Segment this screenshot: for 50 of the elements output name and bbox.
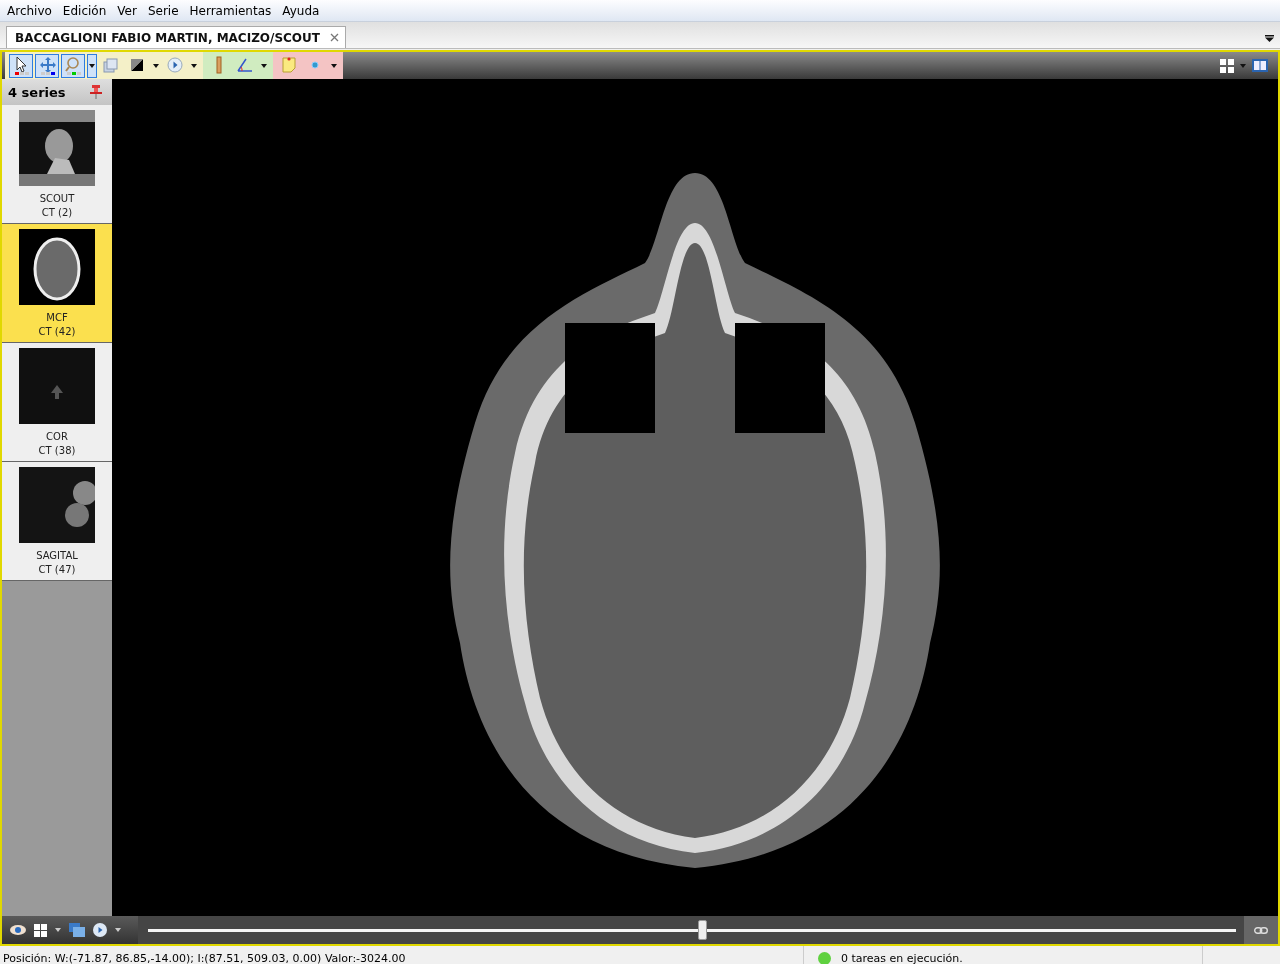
menu-item[interactable]: Herramientas <box>185 3 276 18</box>
series-item[interactable]: SCOUT CT (2) <box>2 105 112 224</box>
angle-icon <box>236 56 254 75</box>
sticky-note-icon <box>280 56 298 75</box>
menu-item[interactable]: Ver <box>113 3 141 18</box>
magnifier-icon <box>64 56 82 75</box>
caret-icon[interactable] <box>55 928 61 932</box>
series-name: MCF <box>46 312 68 323</box>
caret-icon <box>261 63 267 68</box>
series-count: CT (2) <box>41 207 73 218</box>
caret-icon <box>89 63 95 68</box>
series-count: CT (42) <box>38 326 76 337</box>
series-name: COR <box>46 431 68 442</box>
dropdown-button[interactable] <box>87 53 97 78</box>
series-item[interactable]: COR CT (38) <box>2 343 112 462</box>
tool-button[interactable] <box>9 53 33 78</box>
play-icon <box>166 56 184 75</box>
caret-icon <box>191 63 197 68</box>
stacked-squares-icon <box>102 56 120 75</box>
caret-icon <box>153 63 159 68</box>
pin-icon[interactable] <box>90 85 102 99</box>
series-count: 4 series <box>8 84 66 100</box>
windows-icon[interactable] <box>69 923 85 937</box>
caret-icon <box>331 63 337 68</box>
menu-item[interactable]: Ayuda <box>278 3 324 18</box>
move-arrows-icon <box>38 56 56 75</box>
dropdown-icon[interactable] <box>1265 35 1274 42</box>
eye-icon[interactable] <box>10 925 26 935</box>
link-icon[interactable] <box>1254 926 1268 934</box>
series-item[interactable]: SAGITAL CT (47) <box>2 462 112 581</box>
arrow-cursor-icon <box>12 56 30 75</box>
menu-item[interactable]: Edición <box>58 3 111 18</box>
play-icon[interactable] <box>93 923 107 937</box>
caret-icon[interactable] <box>115 928 121 932</box>
patient-tab[interactable]: BACCAGLIONI FABIO MARTIN, MACIZO/SCOUT <box>6 26 346 48</box>
close-icon[interactable] <box>330 33 339 42</box>
menu-item[interactable]: Serie <box>143 3 183 18</box>
status-text: 0 tareas en ejecución. <box>841 951 963 964</box>
grid-layout-icon[interactable] <box>1220 58 1234 73</box>
series-item[interactable]: MCF CT (42) <box>2 224 112 343</box>
series-name: SAGITAL <box>36 550 78 561</box>
grid-layout-icon[interactable] <box>34 923 47 937</box>
caret-icon[interactable] <box>1240 63 1246 68</box>
series-count: CT (47) <box>38 564 76 575</box>
series-name: SCOUT <box>39 193 75 204</box>
menu-item[interactable]: Archivo <box>3 3 56 18</box>
book-icon[interactable] <box>1252 59 1268 72</box>
slider-thumb[interactable] <box>697 919 707 940</box>
status-text: Posición: W:(-71.87, 86.85,-14.00); I:(87.51, 509.03, 0.00) Valor:-3024.00 <box>3 951 406 964</box>
series-count: CT (38) <box>38 445 76 456</box>
